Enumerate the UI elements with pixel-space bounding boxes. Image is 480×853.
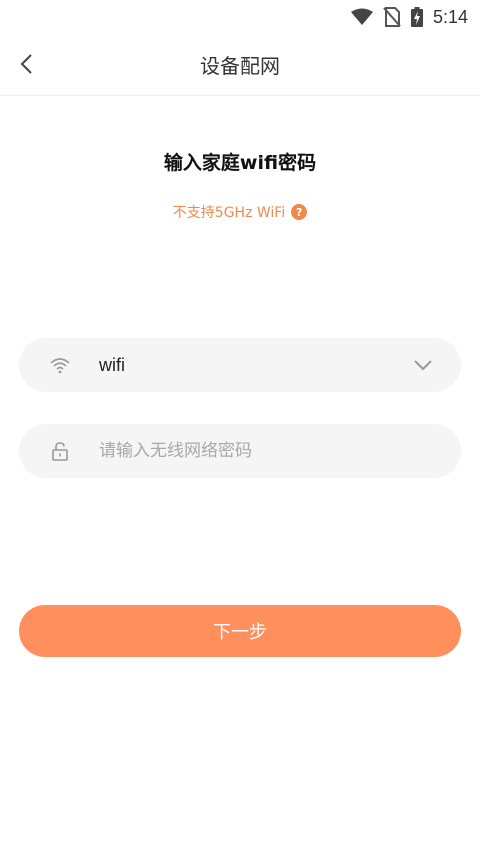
battery-charging-icon — [410, 7, 423, 27]
wifi-name-value: wifi — [99, 354, 125, 375]
notice-text: 不支持5GHz WiFi — [172, 205, 286, 221]
wifi-name-field[interactable]: wifi — [19, 338, 461, 392]
wifi-icon — [50, 358, 70, 374]
wifi-signal-icon — [350, 8, 373, 25]
back-button[interactable] — [12, 50, 40, 78]
password-input[interactable] — [99, 436, 419, 466]
question-circle-icon[interactable]: ? — [291, 204, 308, 220]
section-heading: 输入家庭wifi密码 — [163, 152, 317, 174]
lock-icon — [52, 442, 68, 461]
no-sim-icon — [383, 7, 401, 27]
status-time: 5:14 — [432, 6, 468, 27]
chevron-left-icon — [20, 54, 32, 74]
chevron-down-icon[interactable] — [413, 357, 433, 373]
next-step-button[interactable]: 下一步 — [19, 605, 461, 657]
app-header: 设备配网 — [0, 34, 480, 96]
wifi-password-field[interactable] — [19, 424, 461, 478]
page-title: 设备配网 — [200, 54, 280, 78]
band-notice: 不支持5GHz WiFi ? — [0, 202, 480, 222]
status-bar: 5:14 — [0, 0, 480, 34]
